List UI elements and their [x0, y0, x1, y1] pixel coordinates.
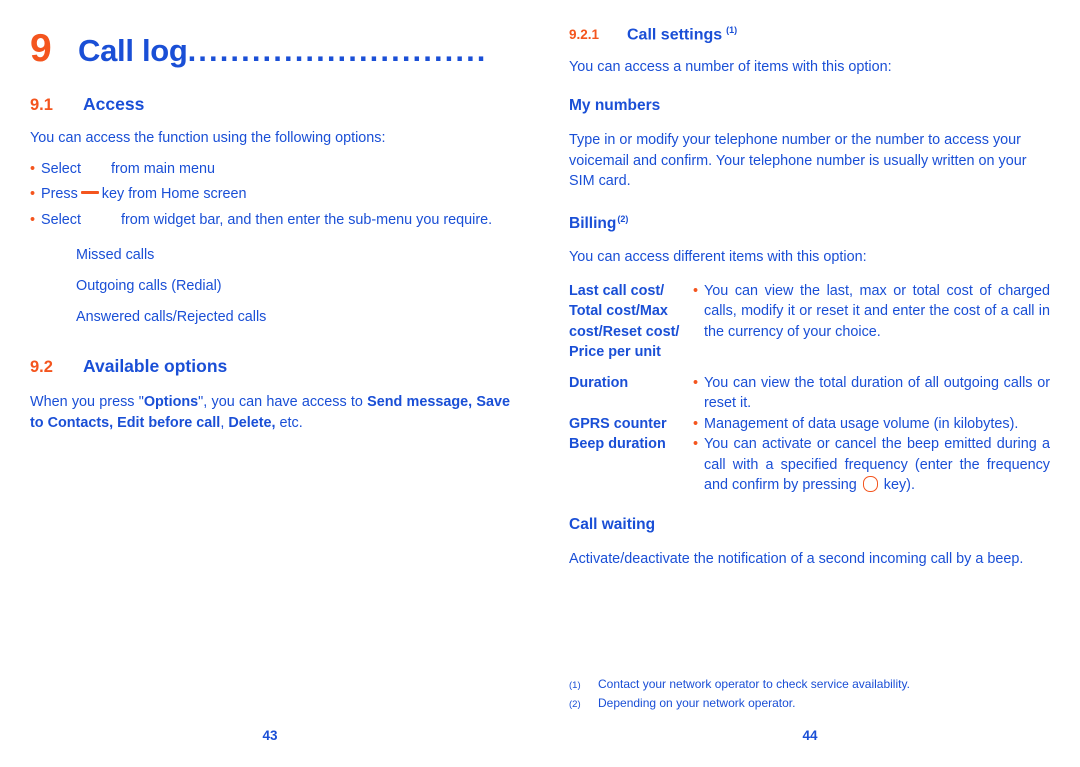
footnote-text: Depending on your network operator. — [598, 695, 796, 710]
section-title-9-2-1: Call settings (1) — [627, 25, 737, 44]
para-bold-delete: Delete, — [228, 414, 276, 431]
section-title-9-2: Available options — [83, 356, 228, 376]
description-last-call-cost: You can view the last, max or total cost… — [704, 282, 1050, 340]
table-row: GPRS counter • Management of data usage … — [569, 414, 1050, 435]
bullet-icon: • — [30, 160, 36, 177]
footnote-text: Contact your network operator to check s… — [598, 677, 910, 691]
chapter-number: 9 — [30, 27, 52, 70]
section-heading-9-2-1: 9.2.1 Call settings (1) — [569, 25, 1050, 44]
page-number-left: 43 — [262, 728, 278, 743]
access-intro-text: You can access the function using the fo… — [30, 130, 386, 146]
section-heading-9-1: 9.1 Access — [30, 94, 510, 115]
term-gprs-counter: GPRS counter — [569, 415, 667, 432]
term-line: Total cost/Max — [569, 303, 668, 320]
table-row: Duration • You can view the total durati… — [569, 373, 1050, 414]
my-numbers-body: Type in or modify your telephone number … — [569, 132, 1027, 190]
term-line: Last call cost/ — [569, 282, 665, 299]
option-label-after: from widget bar, and then enter the sub-… — [121, 211, 493, 228]
footnotes-block: (1) Contact your network operator to che… — [569, 676, 1050, 713]
subitem-answered-rejected-calls: Answered calls/Rejected calls — [76, 309, 267, 325]
para-text-2: ", you can have access to — [198, 394, 368, 410]
footnote-ref-2: (2) — [617, 213, 629, 224]
section-title-9-1: Access — [83, 94, 145, 114]
subitem-outgoing-calls: Outgoing calls (Redial) — [76, 278, 222, 294]
section-number-9-1: 9.1 — [30, 96, 53, 114]
spacer-cell — [693, 363, 704, 373]
heading-my-numbers: My numbers — [569, 96, 661, 114]
bullet-icon: • — [30, 186, 36, 202]
chapter-title: Call log............................ — [78, 35, 488, 66]
list-item: • Select from main menu — [30, 157, 510, 183]
call-waiting-body: Activate/deactivate the notification of … — [569, 551, 1024, 568]
page-number-right: 44 — [802, 728, 818, 743]
chapter-heading: 9 Call log............................ — [30, 29, 510, 68]
term-line: cost/Reset cost/ — [569, 323, 680, 340]
table-row: Last call cost/ Total cost/Max cost/Rese… — [569, 281, 1050, 363]
term-line: Price per unit — [569, 344, 661, 361]
option-label-before: Select — [41, 160, 81, 177]
description-duration: You can view the total duration of all o… — [704, 374, 1050, 412]
available-options-paragraph: When you press "Options", you can have a… — [30, 392, 510, 433]
call-settings-intro: You can access a number of items with th… — [569, 59, 892, 76]
call-log-subitems: Missed calls Outgoing calls (Redial) Ans… — [30, 245, 510, 327]
para-text-1: When you press " — [30, 394, 144, 410]
footnote-marker: (1) — [569, 680, 581, 691]
manual-page-spread: 9 Call log............................ 9… — [0, 0, 1080, 767]
section-heading-9-2: 9.2 Available options — [30, 356, 510, 377]
description-part-2: key). — [883, 477, 915, 494]
dash-key-icon — [80, 191, 99, 194]
option-label-after: key from Home screen — [101, 186, 247, 202]
section-number-9-2: 9.2 — [30, 358, 53, 376]
ok-round-key-icon — [862, 476, 878, 493]
bullet-icon: • — [30, 211, 36, 228]
heading-billing: Billing(2) — [569, 209, 1050, 235]
spacer-cell — [704, 363, 1050, 373]
para-bold-options: Options — [143, 394, 199, 410]
description-beep-duration: You can activate or cancel the beep emit… — [704, 434, 1050, 496]
section-title-text: Call settings — [627, 26, 723, 44]
footnote-1: (1) Contact your network operator to che… — [569, 676, 1050, 695]
description-gprs-counter: Management of data usage volume (in kilo… — [704, 415, 1019, 432]
table-row-spacer — [569, 363, 1050, 373]
footnote-marker: (2) — [569, 698, 581, 710]
section-number-9-2-1: 9.2.1 — [569, 27, 600, 43]
list-item: • Select from widget bar, and then enter t… — [30, 208, 510, 234]
para-text-4: etc. — [275, 414, 303, 431]
chapter-title-text: Call log — [78, 33, 188, 68]
option-label-after: from main menu — [111, 160, 215, 177]
access-options-list: • Select from main menu • Press key from Hom… — [30, 157, 510, 234]
term-last-call-cost: Last call cost/ Total cost/Max cost/Rese… — [569, 281, 693, 363]
row-bullet-icon: • — [693, 415, 699, 432]
spacer-cell — [569, 363, 693, 373]
option-label-before: Select — [41, 211, 81, 228]
row-bullet-icon: • — [693, 436, 699, 453]
footnote-ref-1: (1) — [726, 25, 738, 35]
billing-options-table: Last call cost/ Total cost/Max cost/Rese… — [569, 281, 1050, 496]
term-beep-duration: Beep duration — [569, 436, 666, 453]
heading-billing-text: Billing — [569, 214, 617, 232]
heading-call-waiting: Call waiting — [569, 515, 656, 533]
dot-leader: ............................ — [187, 33, 488, 68]
left-page-column: 9 Call log............................ 9… — [0, 0, 540, 767]
option-label-before: Press — [41, 186, 78, 202]
row-bullet-icon: • — [693, 374, 699, 391]
right-page-column: 9.2.1 Call settings (1) You can access a … — [540, 0, 1080, 767]
subitem-missed-calls: Missed calls — [76, 247, 155, 263]
table-row: Beep duration • You can activate or canc… — [569, 434, 1050, 496]
footnote-2: (2) Depending on your network operator. — [569, 695, 1050, 714]
term-duration: Duration — [569, 374, 629, 391]
row-bullet-icon: • — [693, 282, 699, 299]
billing-intro: You can access different items with this… — [569, 249, 867, 266]
list-item: • Press key from Home screen — [30, 182, 510, 208]
